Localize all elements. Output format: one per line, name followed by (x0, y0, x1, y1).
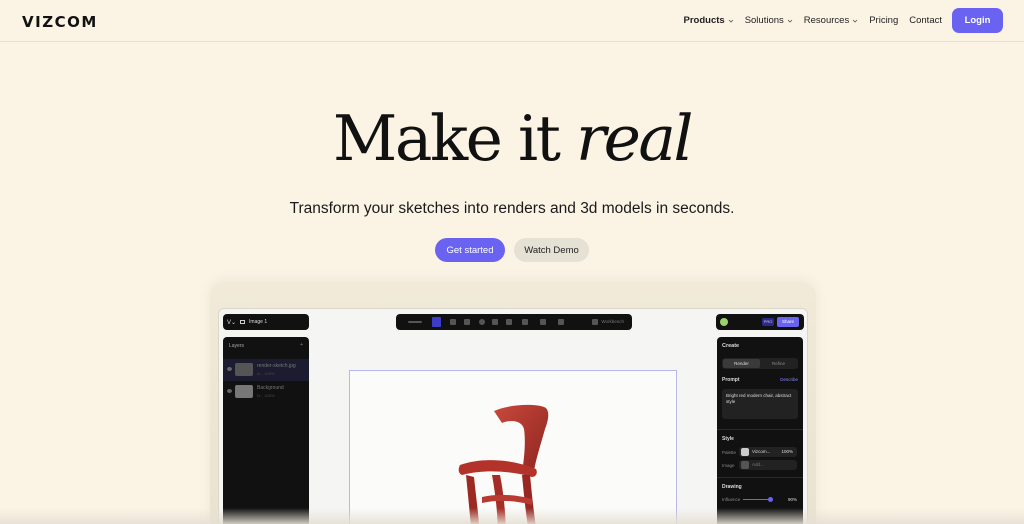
divider (717, 477, 803, 478)
influence-slider-fill (743, 499, 770, 500)
nav-resources[interactable]: Resources (804, 15, 858, 26)
watch-demo-button[interactable]: Watch Demo (514, 238, 589, 262)
pro-badge: PRO (762, 318, 774, 326)
image-select[interactable]: Add... (739, 460, 797, 470)
vizcom-mark-icon: V⌄ (227, 319, 237, 326)
palette-value: Vizcom... (752, 449, 771, 454)
redo-icon[interactable] (558, 319, 564, 325)
layers-panel: Layers + render-sketch.jpg N... 100% Bac… (223, 337, 309, 524)
image-icon (240, 320, 246, 324)
hero-title: Make it real (0, 97, 1024, 181)
chair-render (458, 404, 549, 524)
hero-title-plain: Make it (332, 102, 576, 175)
layer-item[interactable]: render-sketch.jpg N... 100% (223, 359, 309, 381)
style-label: Style (722, 436, 734, 442)
tab-refine[interactable]: Refine (760, 359, 797, 368)
divider (717, 429, 803, 430)
chevron-down-icon (787, 19, 793, 23)
layer-name: render-sketch.jpg (257, 363, 296, 369)
get-started-button[interactable]: Get started (435, 238, 505, 262)
describe-link[interactable]: Describe (780, 377, 798, 382)
nav-solutions[interactable]: Solutions (745, 15, 793, 26)
eye-icon[interactable] (227, 389, 232, 393)
influence-label: Influence (722, 497, 741, 502)
bottom-fade (0, 508, 1024, 524)
workbench-label[interactable]: Workbench (601, 319, 624, 324)
palette-thumbnail (741, 448, 749, 456)
influence-slider-knob[interactable] (767, 497, 773, 502)
image-thumbnail (741, 461, 749, 469)
square-tool-icon[interactable] (492, 319, 498, 325)
login-button[interactable]: Login (952, 8, 1003, 33)
nav-links: Products Solutions Resources Pricing Con… (684, 15, 943, 26)
nav-pricing[interactable]: Pricing (869, 15, 898, 26)
user-bar: PRO Share (716, 314, 804, 330)
chat-tool-icon[interactable] (506, 319, 512, 325)
drawing-toolbar: Workbench (396, 314, 632, 330)
avatar[interactable] (720, 318, 728, 326)
create-title: Create (722, 343, 740, 349)
layers-tool-icon[interactable] (540, 319, 546, 325)
file-name: Image 1 (249, 319, 268, 325)
select-tool-icon[interactable] (432, 317, 441, 327)
nav-solutions-label: Solutions (744, 15, 784, 26)
layer-meta: N... 100% (257, 371, 275, 376)
crop-tool-icon[interactable] (522, 319, 528, 325)
layer-meta: N... 100% (257, 393, 275, 398)
layer-thumbnail (235, 385, 253, 398)
workbench-icon[interactable] (592, 319, 598, 325)
nav-resources-label: Resources (803, 15, 850, 26)
influence-value: 90% (787, 497, 797, 502)
chevron-down-icon (852, 19, 858, 23)
nav-products-label: Products (683, 15, 725, 26)
palette-percent: 100% (781, 449, 793, 454)
undo-icon[interactable] (408, 321, 422, 323)
layer-thumbnail (235, 363, 253, 376)
nav-products[interactable]: Products (684, 15, 734, 26)
create-panel: Create Render Refine Prompt Describe Bri… (717, 337, 803, 524)
tab-render[interactable]: Render (723, 359, 760, 368)
brush-tool-icon[interactable] (450, 319, 456, 325)
layer-name: Background (257, 385, 284, 391)
drawing-label: Drawing (722, 484, 742, 490)
layer-item[interactable]: Background N... 100% (223, 381, 309, 403)
nav-contact[interactable]: Contact (909, 15, 942, 26)
share-button[interactable]: Share (777, 317, 799, 327)
eye-icon[interactable] (227, 367, 232, 371)
top-nav: VIZCOM Products Solutions Resources Pric… (0, 0, 1024, 42)
logo[interactable]: VIZCOM (22, 13, 98, 31)
palette-label: Palette (722, 450, 737, 455)
palette-select[interactable]: Vizcom... 100% (739, 447, 797, 457)
add-layer-icon[interactable]: + (300, 342, 303, 348)
hero-title-italic: real (575, 102, 694, 175)
circle-tool-icon[interactable] (479, 319, 485, 325)
file-menu[interactable]: V⌄ Image 1 (223, 314, 309, 330)
prompt-input[interactable]: Bright red modern chair, abstract style (722, 389, 798, 419)
eraser-tool-icon[interactable] (464, 319, 470, 325)
prompt-label: Prompt (722, 377, 740, 383)
mode-tabs: Render Refine (722, 358, 798, 369)
image-label: Image (722, 463, 735, 468)
hero-buttons: Get started Watch Demo (0, 238, 1024, 262)
image-value: Add... (752, 462, 764, 467)
layers-title: Layers (229, 343, 245, 349)
hero-subtitle: Transform your sketches into renders and… (289, 200, 735, 217)
influence-slider[interactable] (743, 497, 773, 502)
chevron-down-icon (728, 19, 733, 23)
app-preview: V⌄ Image 1 Workbench PRO Share Layers + … (218, 308, 808, 524)
